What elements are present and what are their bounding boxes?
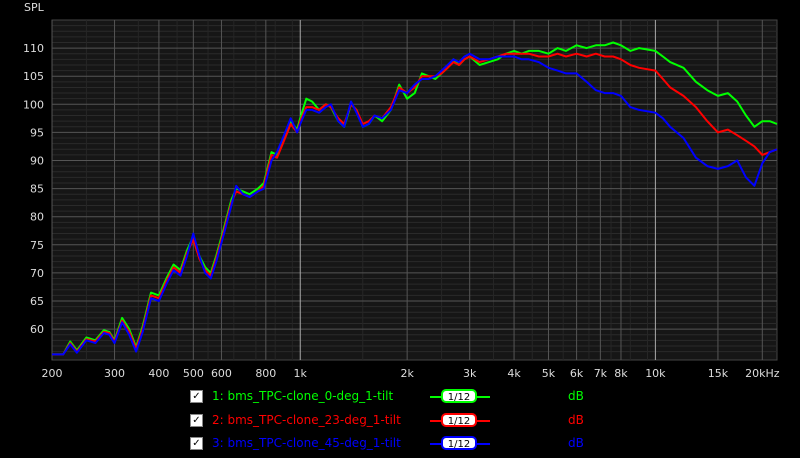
series-1-checkbox[interactable]: ✓ (190, 389, 203, 403)
x-tick-label: 10k (645, 367, 666, 380)
y-tick-label: 80 (30, 211, 44, 224)
series-3-checkbox[interactable]: ✓ (190, 436, 203, 450)
x-tick-label: 5k (542, 367, 556, 380)
series-2-label: 2: bms_TPC-clone_23-deg_1-tilt (212, 413, 401, 427)
x-tick-label: 4k (507, 367, 521, 380)
series-1-label: 1: bms_TPC-clone_0-deg_1-tilt (212, 389, 394, 403)
series-2-smoothing-control[interactable]: 1/12 (430, 413, 490, 427)
x-tick-label: 500 (183, 367, 204, 380)
x-tick-label: 400 (148, 367, 169, 380)
x-tick-label: 15k (708, 367, 729, 380)
series-2-checkbox[interactable]: ✓ (190, 413, 203, 427)
x-tick-label: 3k (463, 367, 477, 380)
legend-item-2: ✓ 2: bms_TPC-clone_23-deg_1-tilt (190, 410, 442, 430)
series-1-smoothing-control[interactable]: 1/12 (430, 389, 490, 403)
y-axis-label: SPL (24, 1, 45, 14)
x-tick-label: 300 (104, 367, 125, 380)
y-tick-label: 100 (23, 98, 44, 111)
series-2-unit: dB (568, 413, 584, 427)
series-3-smoothing-control[interactable]: 1/12 (430, 436, 490, 450)
x-tick-label: 20kHz (745, 367, 780, 380)
y-tick-label: 90 (30, 154, 44, 167)
x-tick-label: 2k (400, 367, 414, 380)
x-tick-label: 800 (255, 367, 276, 380)
y-tick-label: 75 (30, 239, 44, 252)
y-tick-label: 85 (30, 183, 44, 196)
legend-item-3: ✓ 3: bms_TPC-clone_45-deg_1-tilt (190, 433, 442, 453)
frequency-response-chart: SPL 60 65 70 75 80 85 90 95 100 105 110 200 300 400 50… (23, 1, 780, 380)
series-3-smoothing[interactable]: 1/12 (441, 436, 477, 450)
y-tick-label: 60 (30, 323, 44, 336)
x-tick-label: 600 (211, 367, 232, 380)
y-tick-label: 110 (23, 42, 44, 55)
grid (51, 19, 778, 361)
series-1-unit: dB (568, 389, 584, 403)
series-3-label: 3: bms_TPC-clone_45-deg_1-tilt (212, 436, 401, 450)
y-tick-label: 105 (23, 70, 44, 83)
y-tick-label: 95 (30, 126, 44, 139)
series-2-smoothing[interactable]: 1/12 (441, 413, 477, 427)
x-tick-label: 7k (594, 367, 608, 380)
y-tick-label: 65 (30, 295, 44, 308)
x-tick-label: 1k (294, 367, 308, 380)
series-3-unit: dB (568, 436, 584, 450)
series-1-smoothing[interactable]: 1/12 (441, 389, 477, 403)
legend-item-1: ✓ 1: bms_TPC-clone_0-deg_1-tilt (190, 386, 442, 406)
x-tick-label: 6k (570, 367, 584, 380)
x-tick-label: 200 (42, 367, 63, 380)
x-tick-label: 8k (614, 367, 628, 380)
y-tick-label: 70 (30, 267, 44, 280)
